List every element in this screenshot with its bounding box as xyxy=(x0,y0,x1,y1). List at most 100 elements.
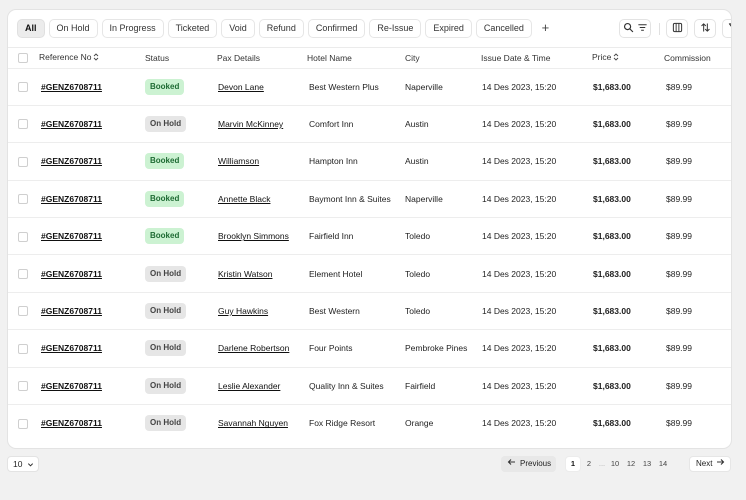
tab-expired[interactable]: Expired xyxy=(425,19,472,38)
pax-name-link[interactable]: Brooklyn Simmons xyxy=(218,231,289,241)
table-row[interactable]: #GENZ6708711 On Hold Kristin Watson Element… xyxy=(8,254,731,292)
status-badge: Booked xyxy=(145,78,185,95)
tab-all[interactable]: All xyxy=(17,19,45,38)
status-badge: On Hold xyxy=(145,116,187,133)
reference-link[interactable]: #GENZ6708711 xyxy=(41,194,102,204)
tab-cancelled[interactable]: Cancelled xyxy=(475,19,532,38)
reference-link[interactable]: #GENZ6708711 xyxy=(41,82,102,92)
sort-button[interactable] xyxy=(694,19,716,38)
previous-page-button[interactable]: Previous xyxy=(501,456,556,472)
hotel-name: Element Hotel xyxy=(309,268,363,279)
toolbar-divider xyxy=(659,23,660,35)
page-size-select[interactable]: 10 xyxy=(7,456,39,472)
pax-name-link[interactable]: Guy Hawkins xyxy=(218,306,268,316)
tab-confirmed[interactable]: Confirmed xyxy=(307,19,366,38)
row-checkbox[interactable] xyxy=(18,156,28,167)
column-header-issue-date[interactable]: Issue Date & Time xyxy=(481,48,592,68)
pax-name-link[interactable]: Annette Black xyxy=(218,194,270,204)
tab-ticketed[interactable]: Ticketed xyxy=(167,19,218,38)
table-footer: 10 Previous 1 2... 10 12 13 14 Next xyxy=(0,456,746,474)
issue-date: 14 Des 2023, 15:20 xyxy=(482,306,557,317)
add-tab-button[interactable]: + xyxy=(536,19,555,38)
page-button-2[interactable]: 2 xyxy=(581,456,597,472)
table-row[interactable]: #GENZ6708711 On Hold Marvin McKinney Comfor… xyxy=(8,105,731,142)
tab-re-issue[interactable]: Re-Issue xyxy=(369,19,422,38)
page-button-12[interactable]: 12 xyxy=(623,456,639,472)
page-button-13[interactable]: 13 xyxy=(639,456,655,472)
pax-name-link[interactable]: Kristin Watson xyxy=(218,269,272,279)
status-badge: Booked xyxy=(145,228,185,245)
price: $1,683.00 xyxy=(593,418,631,429)
pax-name-link[interactable]: Savannah Nguyen xyxy=(218,418,288,428)
table-row[interactable]: #GENZ6708711 Booked Brooklyn Simmons Fairfi… xyxy=(8,217,731,255)
reference-link[interactable]: #GENZ6708711 xyxy=(41,381,102,391)
price: $1,683.00 xyxy=(593,156,631,167)
column-header-commission[interactable]: Commission xyxy=(664,48,731,68)
row-checkbox[interactable] xyxy=(18,343,28,354)
table-row[interactable]: #GENZ6708711 Booked Annette Black Baymont I… xyxy=(8,180,731,217)
pax-name-link[interactable]: Leslie Alexander xyxy=(218,381,280,391)
row-checkbox[interactable] xyxy=(18,119,28,130)
price: $1,683.00 xyxy=(593,268,631,279)
table-row[interactable]: #GENZ6708711 On Hold Guy Hawkins Best Weste… xyxy=(8,292,731,329)
status-badge: Booked xyxy=(145,153,185,170)
hotel-name: Comfort Inn xyxy=(309,119,354,130)
row-checkbox[interactable] xyxy=(18,418,28,429)
row-checkbox[interactable] xyxy=(18,306,28,317)
row-checkbox[interactable] xyxy=(18,231,28,242)
issue-date: 14 Des 2023, 15:20 xyxy=(482,156,557,167)
status-badge: Booked xyxy=(145,190,185,207)
pax-name-link[interactable]: Darlene Robertson xyxy=(218,343,289,353)
hotel-name: Baymont Inn & Suites xyxy=(309,193,391,204)
commission: $89.99 xyxy=(666,119,692,130)
table-row[interactable]: #GENZ6708711 On Hold Darlene Robertson Four… xyxy=(8,329,731,367)
row-checkbox[interactable] xyxy=(18,381,28,392)
hotel-name: Fairfield Inn xyxy=(309,231,354,242)
select-all-checkbox[interactable] xyxy=(18,53,28,64)
hotel-name: Best Western Plus xyxy=(309,81,379,92)
reference-link[interactable]: #GENZ6708711 xyxy=(41,269,102,279)
page-button-10[interactable]: 10 xyxy=(607,456,623,472)
column-header-price[interactable]: Price xyxy=(592,48,664,68)
table-row[interactable]: #GENZ6708711 On Hold Leslie Alexander Quali… xyxy=(8,367,731,404)
page-button-14[interactable]: 14 xyxy=(655,456,671,472)
reference-link[interactable]: #GENZ6708711 xyxy=(41,119,102,129)
row-checkbox[interactable] xyxy=(18,269,28,280)
commission: $89.99 xyxy=(666,380,692,391)
pax-name-link[interactable]: Devon Lane xyxy=(218,82,264,92)
issue-date: 14 Des 2023, 15:20 xyxy=(482,119,557,130)
row-checkbox[interactable] xyxy=(18,82,28,93)
funnel-icon xyxy=(728,20,731,38)
tab-in-progress[interactable]: In Progress xyxy=(101,19,164,38)
tab-refund[interactable]: Refund xyxy=(258,19,304,38)
column-header-city[interactable]: City xyxy=(405,48,481,68)
page-button-1[interactable]: 1 xyxy=(565,456,581,472)
column-header-reference[interactable]: Reference No xyxy=(39,48,145,68)
table-row[interactable]: #GENZ6708711 On Hold Savannah Nguyen Fox Ri… xyxy=(8,404,731,442)
table-row[interactable]: #GENZ6708711 Booked Williamson Hampton Inn A… xyxy=(8,142,731,180)
arrow-right-icon xyxy=(716,457,725,471)
sort-icon xyxy=(613,53,619,63)
tab-void[interactable]: Void xyxy=(221,19,255,38)
row-checkbox[interactable] xyxy=(18,194,28,205)
reference-link[interactable]: #GENZ6708711 xyxy=(41,418,102,428)
tab-on-hold[interactable]: On Hold xyxy=(48,19,98,38)
pax-name-link[interactable]: Williamson xyxy=(218,156,259,166)
filter-button[interactable] xyxy=(722,19,731,38)
arrow-left-icon xyxy=(507,456,516,472)
reference-link[interactable]: #GENZ6708711 xyxy=(41,343,102,353)
column-header-pax[interactable]: Pax Details xyxy=(217,48,307,68)
city: Naperville xyxy=(405,193,443,204)
search-filter-button[interactable] xyxy=(619,19,651,38)
table-row[interactable]: #GENZ6708711 Booked Devon Lane Best Western… xyxy=(8,68,731,105)
columns-button[interactable] xyxy=(666,19,688,38)
issue-date: 14 Des 2023, 15:20 xyxy=(482,380,557,391)
price: $1,683.00 xyxy=(593,119,631,130)
reference-link[interactable]: #GENZ6708711 xyxy=(41,306,102,316)
reference-link[interactable]: #GENZ6708711 xyxy=(41,156,102,166)
next-page-button[interactable]: Next xyxy=(689,456,731,472)
column-header-hotel[interactable]: Hotel Name xyxy=(307,48,405,68)
column-header-status[interactable]: Status xyxy=(145,48,217,68)
reference-link[interactable]: #GENZ6708711 xyxy=(41,231,102,241)
pax-name-link[interactable]: Marvin McKinney xyxy=(218,119,283,129)
